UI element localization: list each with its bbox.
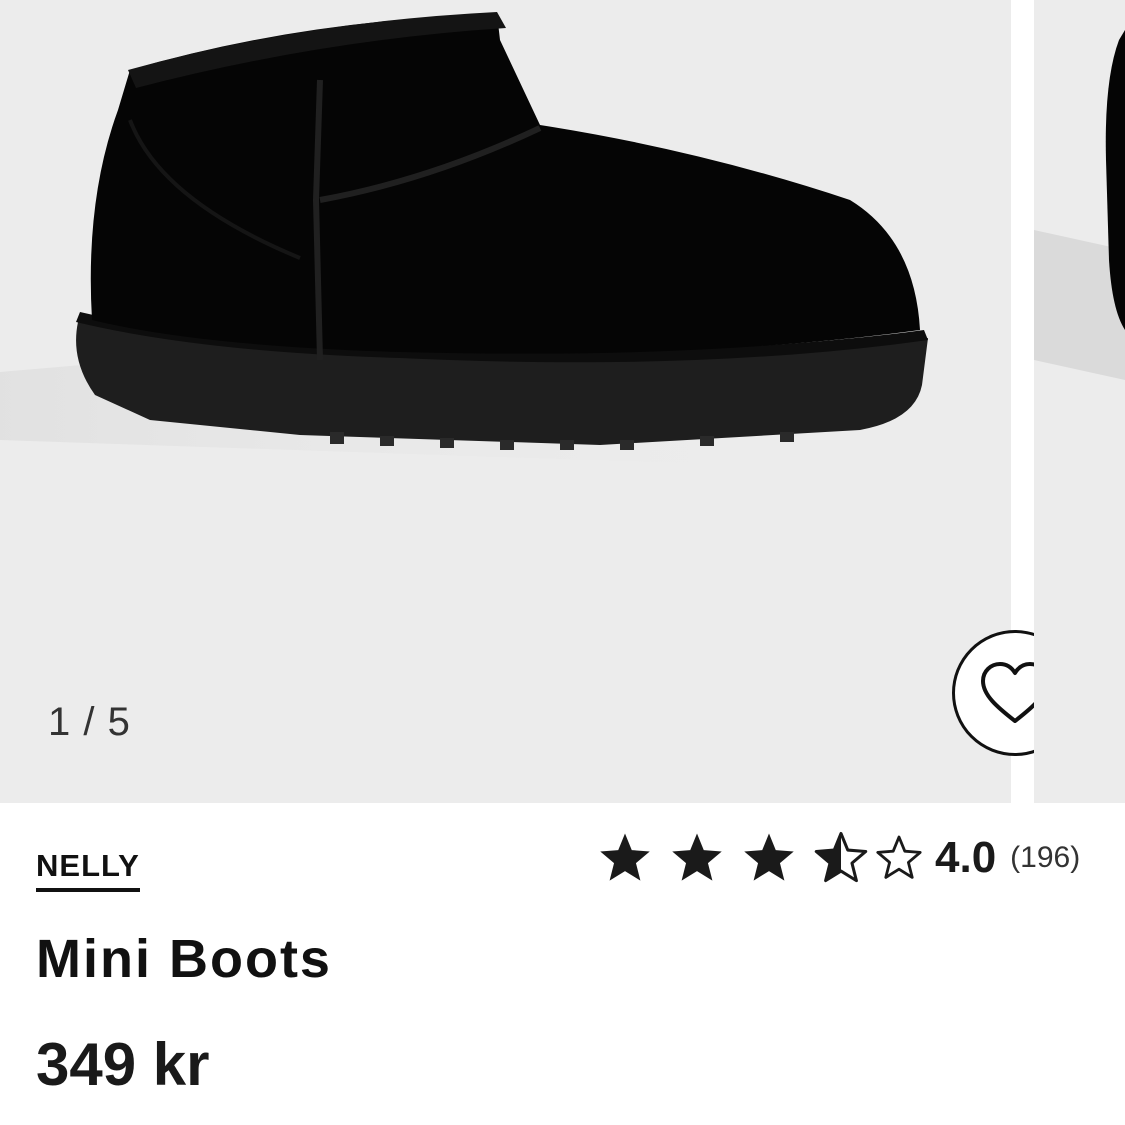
brand-link[interactable]: NELLY bbox=[36, 848, 140, 892]
rating-value: 4.0 bbox=[935, 833, 997, 882]
gallery-slide-current[interactable]: 1 / 5 bbox=[0, 0, 1078, 803]
product-price: 349 kr bbox=[36, 1031, 210, 1098]
product-image-next bbox=[1034, 30, 1125, 380]
gallery-counter: 1 / 5 bbox=[48, 700, 131, 744]
star-filled-icon bbox=[600, 833, 650, 881]
product-title: Mini Boots bbox=[36, 929, 332, 989]
review-count: (196) bbox=[1010, 841, 1081, 874]
star-filled-icon bbox=[672, 833, 722, 881]
gallery-slide-next[interactable] bbox=[1034, 0, 1125, 803]
star-empty-icon bbox=[876, 835, 922, 879]
rating-stars bbox=[597, 830, 933, 886]
rating-summary[interactable]: 4.0 (196) bbox=[597, 830, 1080, 886]
product-image bbox=[0, 12, 928, 470]
product-page: 1 / 5 NELLY 4.0 (196) Mini Boots 349 kr bbox=[0, 0, 1125, 1125]
star-filled-icon bbox=[744, 833, 794, 881]
image-gallery[interactable]: 1 / 5 bbox=[0, 0, 1125, 803]
star-half-icon bbox=[814, 831, 868, 883]
